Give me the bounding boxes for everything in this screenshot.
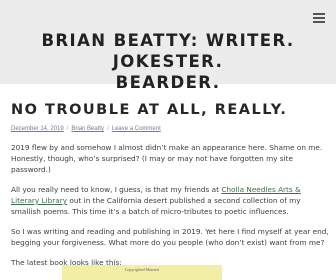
meta-separator: / (107, 126, 109, 132)
post-date-link[interactable]: December 14, 2019 (11, 126, 64, 132)
site-title-line1: BRIAN BEATTY: WRITER. JOKESTER. (41, 31, 295, 71)
book-cover-image: Copyrighted Material (62, 265, 222, 280)
hamburger-menu-icon[interactable] (313, 13, 325, 23)
post-content: 2019 flew by and somehow I almost didn’t… (11, 142, 329, 277)
leave-comment-link[interactable]: Leave a Comment (112, 126, 161, 132)
paragraph-3: So I was writing and reading and publish… (11, 227, 329, 247)
paragraph-2: All you really need to know, I guess, is… (11, 184, 329, 217)
site-title-link[interactable]: BRIAN BEATTY: WRITER. JOKESTER. BEARDER. (8, 30, 328, 93)
paragraph-2-text: All you really need to know, I guess, is… (11, 185, 222, 194)
paragraph-1: 2019 flew by and somehow I almost didn’t… (11, 143, 323, 174)
book-cover-caption: Copyrighted Material (124, 267, 160, 272)
site-title-line2: BEARDER. (115, 73, 221, 92)
meta-separator: / (66, 126, 69, 132)
post-meta: December 14, 2019/Brian Beatty / Leave a C… (11, 126, 161, 132)
author-link[interactable]: Brian Beatty (71, 126, 104, 132)
post-title[interactable]: NO TROUBLE AT ALL, REALLY. (11, 101, 287, 119)
